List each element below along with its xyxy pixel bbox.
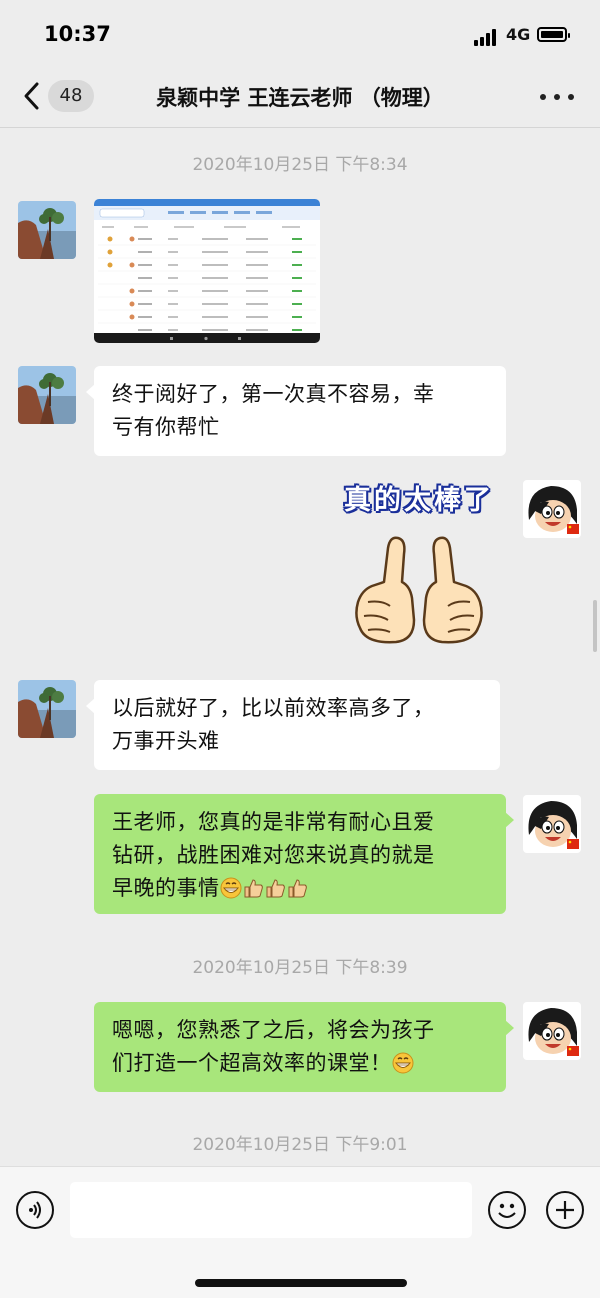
grin-emoji-icon <box>392 1052 413 1074</box>
network-label: 4G <box>506 25 531 44</box>
message-line: 们打造一个超高效率的课堂！ <box>112 1051 392 1075</box>
my-avatar[interactable] <box>523 1002 581 1060</box>
image-message[interactable] <box>94 199 320 343</box>
sticker-caption: 真的太棒了 <box>344 485 494 516</box>
thumbs-up-emoji-icon <box>288 879 307 898</box>
message-line: 钻研，战胜困难对您来说真的就是 <box>112 843 435 867</box>
scrollbar[interactable] <box>593 600 597 652</box>
message-line: 以后就好了，比以前效率高多了， <box>112 696 435 720</box>
status-time: 10:37 <box>44 22 111 46</box>
voice-icon[interactable] <box>16 1191 54 1229</box>
contact-avatar[interactable] <box>18 366 76 424</box>
thumbs-up-emoji-icon <box>266 879 285 898</box>
sticker-message[interactable]: 真的太棒了 <box>338 478 500 650</box>
message-line: 终于阅好了，第一次真不容易，幸 <box>112 382 435 406</box>
my-avatar[interactable] <box>523 480 581 538</box>
thumbs-up-icon <box>355 536 483 644</box>
battery-icon <box>537 27 570 42</box>
my-avatar[interactable] <box>523 795 581 853</box>
message-bubble-outgoing[interactable]: 嗯嗯，您熟悉了之后，将会为孩子 们打造一个超高效率的课堂！ <box>94 1002 514 1092</box>
plus-icon[interactable] <box>546 1191 584 1229</box>
contact-avatar[interactable] <box>18 680 76 738</box>
signal-icon <box>474 28 500 46</box>
home-indicator <box>195 1279 407 1287</box>
status-bar: 10:37 4G <box>0 0 600 64</box>
message-timestamp: 2020年10月25日 下午8:34 <box>192 155 408 175</box>
more-options-icon[interactable] <box>540 94 574 100</box>
message-line: 王老师，您真的是非常有耐心且爱 <box>112 810 435 834</box>
message-bubble-outgoing[interactable]: 王老师，您真的是非常有耐心且爱 钻研，战胜困难对您来说真的就是 早晚的事情 <box>94 794 514 914</box>
thumbs-up-emoji-icon <box>244 879 263 898</box>
chat-header: 48 泉颖中学 王连云老师 （物理） <box>0 64 600 128</box>
message-bubble-incoming[interactable]: 终于阅好了，第一次真不容易，幸 亏有你帮忙 <box>86 366 506 456</box>
message-line: 嗯嗯，您熟悉了之后，将会为孩子 <box>112 1018 435 1042</box>
unread-count-badge[interactable]: 48 <box>48 80 94 112</box>
message-line: 早晚的事情 <box>112 876 220 900</box>
smiley-icon[interactable] <box>488 1191 526 1229</box>
contact-avatar[interactable] <box>18 201 76 259</box>
input-bar <box>0 1166 600 1298</box>
message-timestamp: 2020年10月25日 下午8:39 <box>192 958 408 978</box>
grin-emoji-icon <box>220 877 241 899</box>
message-line: 万事开头难 <box>112 729 220 753</box>
message-line: 亏有你帮忙 <box>112 415 220 439</box>
back-arrow-icon[interactable] <box>18 78 48 114</box>
message-timestamp: 2020年10月25日 下午9:01 <box>192 1135 408 1155</box>
message-bubble-incoming[interactable]: 以后就好了，比以前效率高多了， 万事开头难 <box>86 680 500 770</box>
message-input[interactable] <box>70 1182 472 1238</box>
chat-title: 泉颖中学 王连云老师 （物理） <box>156 86 444 110</box>
